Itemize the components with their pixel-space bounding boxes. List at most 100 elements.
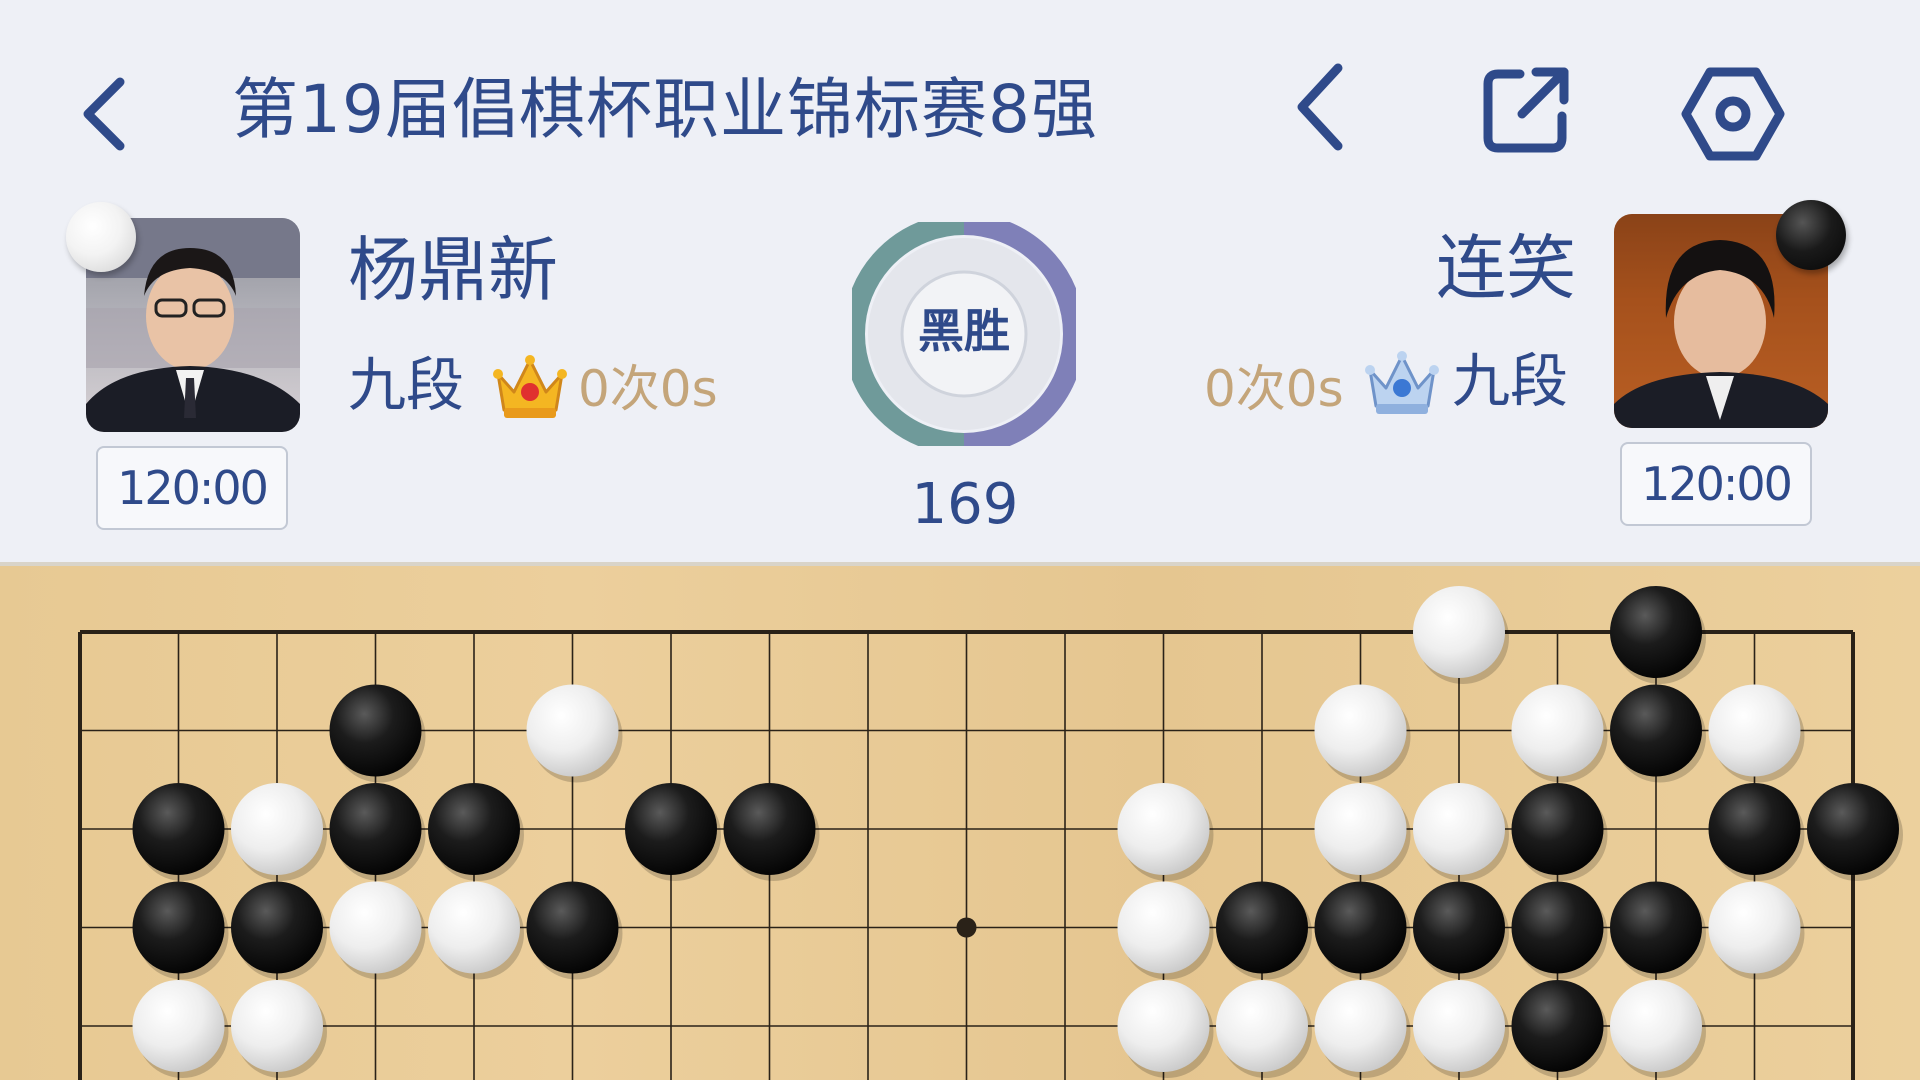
white-stone [526,684,623,783]
go-board[interactable] [0,562,1920,1080]
white-stone-body [1610,980,1702,1072]
white-stone [1314,783,1411,881]
gold-crown-icon [492,352,568,422]
chevron-left-icon [83,77,125,151]
board-grid [78,586,1903,1080]
black-stone-body [1511,980,1604,1072]
black-stone [329,783,426,881]
white-stone [1610,980,1706,1078]
black-stone-body [329,684,422,777]
black-stone-body [428,783,520,875]
black-stone-body [1511,783,1604,875]
white-stone-body [1117,980,1210,1072]
blue-crown-icon [1364,348,1440,418]
black-stone-body [1511,881,1604,974]
black-stone [1216,881,1312,980]
white-stone [1117,783,1214,881]
black-stone-body [1610,881,1702,974]
white-stone-body [1314,980,1407,1072]
white-stone-body [1117,783,1210,875]
white-stone [132,980,229,1078]
white-stone-indicator [66,202,136,272]
white-stone [1117,881,1214,980]
black-stone [1314,881,1411,980]
white-stone [1413,783,1509,881]
black-stone [1413,881,1509,980]
white-stone-body [231,783,323,875]
black-stone [526,881,623,980]
black-stone-body [1413,881,1505,974]
black-stone-indicator [1776,200,1846,270]
black-stone [1807,783,1903,881]
white-clock: 120:00 [96,446,288,530]
white-stone [1511,684,1608,783]
white-stone-body [1708,684,1801,777]
black-stone-body [1314,881,1407,974]
black-stone-body [132,881,225,974]
black-stone [1511,881,1608,980]
white-stone [1216,980,1312,1078]
white-stone [1413,980,1509,1078]
black-stone-body [329,783,422,875]
black-stone [1511,980,1608,1078]
black-stone-body [1807,783,1899,875]
black-stone [132,881,229,980]
black-stone-body [1610,586,1702,678]
previous-move-button[interactable] [1292,62,1352,152]
black-stone [132,783,229,881]
black-clock: 120:00 [1620,442,1812,526]
black-stone [1708,783,1805,881]
black-stone-body [526,881,619,974]
white-stone-body [231,980,323,1072]
white-stone [1314,684,1411,783]
black-stone [231,881,327,980]
white-stone-body [1314,783,1407,875]
white-stone [428,881,524,980]
black-stone [1610,684,1706,783]
black-stone-body [231,881,323,974]
black-stone [1610,586,1706,684]
black-stone [723,783,820,881]
white-stone [1314,980,1411,1078]
settings-button[interactable] [1680,64,1786,164]
black-stone [1610,881,1706,980]
black-stone-body [1610,684,1702,777]
white-stone [329,881,426,980]
white-stone [1413,586,1509,684]
settings-icon [1681,67,1785,161]
share-button[interactable] [1480,64,1572,156]
game-viewer: 第19届倡棋杯职业锦标赛8强 杨鼎新 九段 0次0s 120:00 黑胜 169… [0,0,1920,1080]
move-number: 169 [911,472,1019,537]
black-stone [428,783,524,881]
white-player-rank: 九段 [348,351,465,419]
white-stone-body [329,881,422,974]
black-stone [625,783,721,881]
white-stone-body [132,980,225,1072]
white-stone-body [1413,586,1505,678]
white-stone [1708,881,1805,980]
page-title: 第19届倡棋杯职业锦标赛8强 [232,71,1098,148]
black-stone [329,684,426,783]
black-stone-body [723,783,816,875]
white-stone [231,783,327,881]
black-player-name: 连笑 [1436,227,1576,309]
white-stone-body [1314,684,1407,777]
black-stone-body [1216,881,1308,974]
chevron-left-icon [1297,63,1343,151]
white-stone-body [1708,881,1801,974]
white-stone-body [1511,684,1604,777]
black-player-rank: 九段 [1452,347,1569,415]
white-stone-body [1216,980,1308,1072]
back-button[interactable] [76,76,136,152]
black-stone-body [1708,783,1801,875]
white-stone [1708,684,1805,783]
black-stone-body [625,783,717,875]
white-stone-body [1117,881,1210,974]
white-stone [1117,980,1214,1078]
white-byoyomi: 0次0s [578,360,718,418]
result-label: 黑胜 [918,304,1010,358]
white-player-name: 杨鼎新 [348,229,558,311]
white-stone [231,980,327,1078]
star-point [956,917,977,938]
share-icon [1483,67,1569,153]
